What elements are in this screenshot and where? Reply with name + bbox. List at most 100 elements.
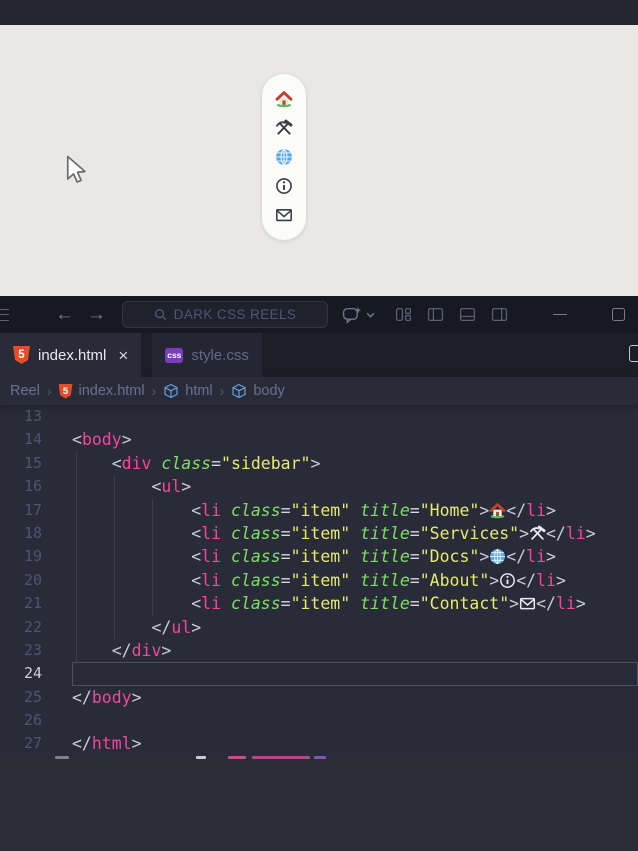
command-center-search[interactable]: DARK CSS REELS <box>122 301 328 328</box>
token-punct: > <box>191 617 202 637</box>
code-line[interactable]: 27 </html> <box>0 732 638 755</box>
code-line[interactable]: 23 </div> <box>0 639 638 662</box>
code-line[interactable]: 26 <box>0 709 638 732</box>
customize-layout-button[interactable] <box>395 306 412 323</box>
token-tag: html <box>91 734 132 754</box>
info-icon <box>499 571 516 590</box>
code-line[interactable]: 18 <li class="item" title="Services"> </l… <box>0 522 638 545</box>
code-line[interactable]: 15 <div class="sidebar"> <box>0 452 638 475</box>
token-punct: < <box>72 547 202 567</box>
tab-style-css[interactable]: css style.css <box>152 333 262 377</box>
maximize-button[interactable] <box>612 308 625 321</box>
token-punct: > <box>546 500 556 520</box>
menu-icon[interactable] <box>0 308 9 321</box>
toggle-panel-button[interactable] <box>459 306 476 323</box>
minimize-button[interactable] <box>553 313 567 316</box>
token-punct: </ <box>72 687 92 707</box>
token-attr: title <box>360 594 410 614</box>
line-number: 25 <box>23 687 42 706</box>
code-text: </html> <box>72 732 638 755</box>
token-punct: > <box>489 570 500 590</box>
line-number: 15 <box>23 453 42 472</box>
token-punct: < <box>72 594 202 614</box>
split-editor-icon[interactable] <box>629 345 638 362</box>
token-eq: = <box>409 594 420 614</box>
token-tag: li <box>536 570 556 590</box>
toggle-primary-sidebar-button[interactable] <box>427 306 444 323</box>
code-line[interactable]: 20 <li class="item" title="About"> </li> <box>0 569 638 592</box>
breadcrumb-item-body[interactable]: body <box>231 383 285 399</box>
code-line[interactable]: 14 <body> <box>0 428 638 451</box>
copilot-button[interactable] <box>342 306 375 324</box>
breadcrumb-separator: › <box>151 383 157 399</box>
token-attr: title <box>360 523 410 543</box>
breadcrumb-item-html[interactable]: html <box>163 383 213 399</box>
tab-index-html[interactable]: 5 index.html × <box>0 333 142 377</box>
token-str: "item" <box>290 547 351 567</box>
chevron-down-icon <box>366 312 375 318</box>
token-tag: ul <box>161 477 182 497</box>
toggle-secondary-sidebar-button[interactable] <box>491 306 508 323</box>
line-number: 14 <box>23 430 42 449</box>
token-eq: = <box>409 547 420 567</box>
bottom-filler <box>0 756 638 851</box>
code-line[interactable]: 22 </ul> <box>0 616 638 639</box>
sidebar-item-docs[interactable] <box>274 147 294 167</box>
back-button[interactable]: ← <box>55 305 74 324</box>
token-punct: > <box>546 547 556 567</box>
token-tag: ul <box>171 617 192 637</box>
token-tag: li <box>201 570 222 590</box>
forward-button[interactable]: → <box>87 305 106 324</box>
token-punct: > <box>555 570 566 590</box>
line-number: 22 <box>23 617 42 636</box>
titlebar: ← → DARK CSS REELS <box>0 296 638 333</box>
token-attr: title <box>360 500 410 520</box>
token-str: "item" <box>290 500 351 520</box>
code-text: </div> <box>72 639 638 662</box>
token-str: "item" <box>290 523 351 543</box>
token-attr: class <box>230 547 281 567</box>
token-punct: </ <box>72 734 92 754</box>
token-punct: > <box>575 594 586 614</box>
breadcrumb-item-Reel[interactable]: Reel <box>10 383 40 399</box>
code-line[interactable]: 17 <li class="item" title="Home"> </li> <box>0 499 638 522</box>
render-artifact <box>0 756 638 760</box>
token-eq: = <box>409 500 420 520</box>
token-punct: < <box>72 570 202 590</box>
breadcrumb-separator: › <box>46 383 52 399</box>
screen: ← → DARK CSS REELS 5 index.html × css st… <box>0 0 638 851</box>
token-punct: > <box>161 640 172 660</box>
mail-icon <box>275 206 293 224</box>
browser-preview <box>0 25 638 296</box>
code-line[interactable]: 19 <li class="item" title="Docs"> </li> <box>0 545 638 568</box>
code-line[interactable]: 13 <box>0 405 638 428</box>
code-line[interactable]: 24 <box>0 662 638 686</box>
code-line[interactable]: 16 <ul> <box>0 475 638 498</box>
sidebar-item-contact[interactable] <box>274 205 294 225</box>
code-line[interactable]: 21 <li class="item" title="Contact"> </li… <box>0 592 638 615</box>
close-icon[interactable]: × <box>118 347 128 364</box>
mouse-cursor-icon <box>64 155 88 185</box>
breadcrumb-item-index-html[interactable]: 5 index.html <box>58 383 145 399</box>
home-icon <box>489 501 506 520</box>
symbol-cube-icon <box>163 383 179 399</box>
mail-icon <box>519 594 536 613</box>
token-tag: div <box>121 453 152 473</box>
sidebar-item-services[interactable] <box>274 118 294 138</box>
copilot-icon <box>342 306 362 324</box>
code-editor[interactable]: 13 14 <body> 15 <div class="sidebar"> 16 <ul… <box>0 405 638 756</box>
sidebar-item-home[interactable] <box>274 89 294 109</box>
breadcrumb-label: body <box>253 383 285 399</box>
code-line[interactable]: 25 </body> <box>0 686 638 709</box>
html5-icon: 5 <box>58 383 73 399</box>
sidebar-item-about[interactable] <box>274 176 294 196</box>
token-eq: = <box>280 594 291 614</box>
code-text: </body> <box>72 686 638 709</box>
